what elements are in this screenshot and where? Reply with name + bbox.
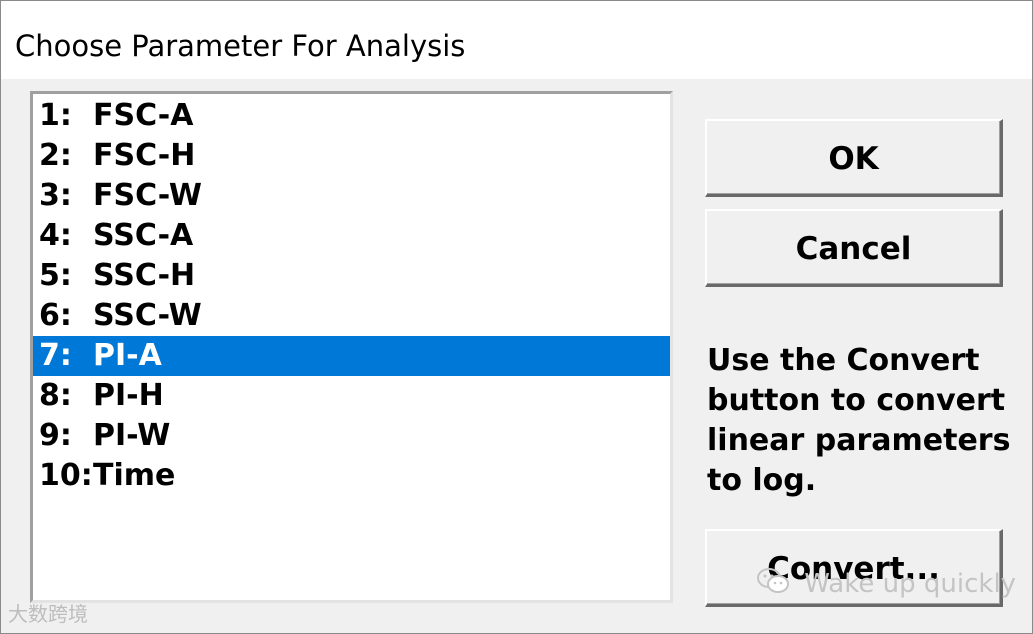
- info-line: to log.: [707, 463, 817, 498]
- item-number: 5:: [39, 258, 72, 293]
- cancel-button-label: Cancel: [795, 231, 912, 267]
- item-name: FSC-H: [93, 138, 196, 173]
- watermark-right: Wake up quickly: [756, 567, 1016, 602]
- list-item-7-selected[interactable]: 7: PI-A: [33, 336, 670, 376]
- parameter-listbox[interactable]: 1: FSC-A 2: FSC-H 3: FSC-W 4: SSC-A 5: S…: [30, 91, 673, 603]
- wechat-icon: [756, 567, 790, 602]
- item-number: 8:: [39, 378, 72, 413]
- dialog-title: Choose Parameter For Analysis: [15, 29, 466, 63]
- list-item-8[interactable]: 8: PI-H: [33, 376, 670, 416]
- ok-button[interactable]: OK: [705, 119, 1003, 197]
- item-number: 4:: [39, 218, 72, 253]
- watermark-left: 大数跨境: [8, 598, 88, 627]
- info-line: button to convert: [707, 383, 1006, 418]
- item-name: FSC-A: [93, 98, 194, 133]
- list-item-1[interactable]: 1: FSC-A: [33, 96, 670, 136]
- convert-info-text: Use the Convert button to convert linear…: [707, 341, 1027, 501]
- title-bar[interactable]: Choose Parameter For Analysis: [1, 1, 1032, 79]
- list-item-2[interactable]: 2: FSC-H: [33, 136, 670, 176]
- info-line: Use the Convert: [707, 343, 980, 378]
- dialog-body: 1: FSC-A 2: FSC-H 3: FSC-W 4: SSC-A 5: S…: [5, 79, 1030, 631]
- watermark-left-text: 大数跨境: [8, 602, 88, 626]
- list-item-10[interactable]: 10: Time: [33, 456, 670, 496]
- item-name: SSC-H: [93, 258, 196, 293]
- item-number: 1:: [39, 98, 72, 133]
- item-number: 3:: [39, 178, 72, 213]
- item-number: 6:: [39, 298, 72, 333]
- list-item-3[interactable]: 3: FSC-W: [33, 176, 670, 216]
- ok-button-label: OK: [828, 141, 879, 177]
- item-name: PI-H: [93, 378, 164, 413]
- item-number: 7:: [39, 338, 72, 373]
- list-item-5[interactable]: 5: SSC-H: [33, 256, 670, 296]
- item-name: SSC-W: [93, 298, 202, 333]
- item-number: 2:: [39, 138, 72, 173]
- list-item-9[interactable]: 9: PI-W: [33, 416, 670, 456]
- info-line: linear parameters: [707, 423, 1011, 458]
- item-name: SSC-A: [93, 218, 194, 253]
- watermark-right-text: Wake up quickly: [804, 569, 1017, 599]
- item-name: PI-A: [93, 338, 162, 373]
- item-name: FSC-W: [93, 178, 202, 213]
- list-item-4[interactable]: 4: SSC-A: [33, 216, 670, 256]
- list-item-6[interactable]: 6: SSC-W: [33, 296, 670, 336]
- item-name: PI-W: [93, 418, 171, 453]
- item-name: Time: [93, 458, 176, 493]
- item-number: 9:: [39, 418, 72, 453]
- item-number: 10:: [39, 458, 93, 493]
- cancel-button[interactable]: Cancel: [705, 209, 1003, 287]
- choose-parameter-dialog: Choose Parameter For Analysis 1: FSC-A 2…: [0, 0, 1033, 634]
